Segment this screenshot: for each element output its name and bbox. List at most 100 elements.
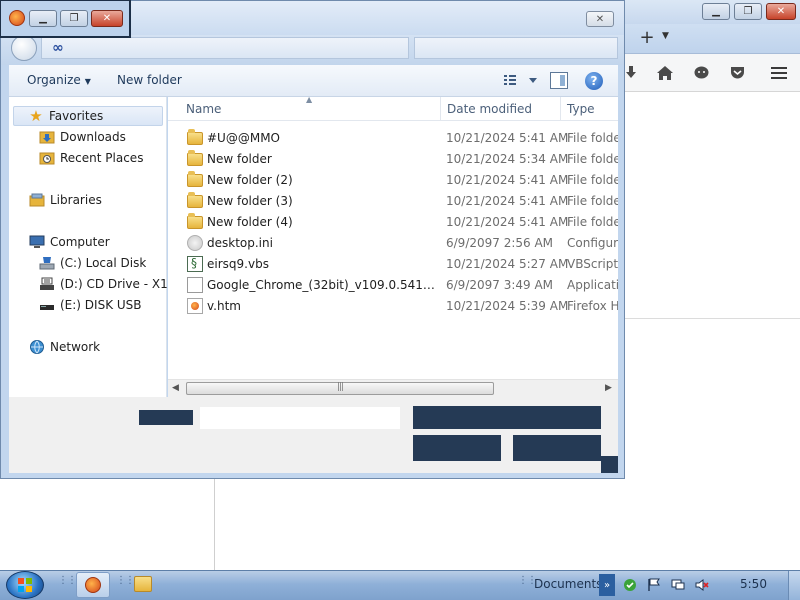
windows-logo-icon	[18, 578, 32, 592]
column-header-date-modified[interactable]: Date modified	[447, 102, 532, 116]
table-row[interactable]: Google_Chrome_(32bit)_v109.0.5414.120...…	[168, 275, 618, 296]
nav-label: Network	[50, 340, 101, 354]
recent-places-icon	[39, 150, 55, 166]
table-row[interactable]: New folder 10/21/2024 5:34 AM File folde…	[168, 149, 618, 170]
table-row[interactable]: eirsq9.vbs 10/21/2024 5:27 AM VBScript S	[168, 254, 618, 275]
explorer-folder-icon[interactable]	[134, 576, 152, 592]
nav-item-cd-drive[interactable]: (D:) CD Drive - X16-8	[39, 274, 167, 294]
nav-item-local-disk[interactable]: (C:) Local Disk	[39, 253, 146, 273]
table-row[interactable]: #U@@MMO 10/21/2024 5:41 AM File folder	[168, 128, 618, 149]
search-input[interactable]	[414, 37, 618, 59]
divider	[214, 478, 215, 570]
application-file-icon	[187, 277, 203, 293]
home-icon[interactable]	[654, 62, 676, 84]
column-headers: ▲ Name Date modified Type	[168, 97, 618, 121]
chevron-down-icon[interactable]: ▼	[662, 31, 669, 41]
taskbar-grip[interactable]: ⋮⋮	[116, 575, 135, 586]
back-button[interactable]	[11, 35, 37, 61]
file-name-field[interactable]	[199, 406, 401, 430]
file-name: desktop.ini	[207, 236, 273, 250]
folder-icon	[187, 129, 203, 145]
firefox-close-button[interactable]: ✕	[766, 3, 796, 20]
redacted-button[interactable]	[513, 435, 601, 461]
file-type: File folder	[567, 131, 618, 145]
firefox-restore-button[interactable]: ❐	[734, 3, 762, 20]
volume-muted-icon[interactable]	[694, 577, 710, 593]
scroll-left-icon[interactable]: ◀	[172, 383, 179, 393]
cd-drive-icon	[39, 276, 55, 292]
nav-label: (C:) Local Disk	[60, 256, 147, 270]
file-name: New folder	[207, 152, 272, 166]
table-row[interactable]: New folder (4) 10/21/2024 5:41 AM File f…	[168, 212, 618, 233]
views-button[interactable]	[503, 72, 539, 90]
script-file-icon	[187, 256, 203, 272]
file-date: 10/21/2024 5:41 AM	[446, 131, 569, 145]
file-type: Configura	[567, 236, 618, 250]
file-type: Applicatio	[567, 278, 618, 292]
divider	[624, 318, 800, 319]
navigation-pane: ★ Favorites Downloads Recent Places Libr…	[9, 97, 167, 397]
file-name: v.htm	[207, 299, 241, 313]
file-name: #U@@MMO	[207, 131, 280, 145]
html-file-icon	[187, 298, 203, 314]
minimize-button[interactable]: ▁	[29, 10, 57, 27]
table-row[interactable]: New folder (3) 10/21/2024 5:41 AM File f…	[168, 191, 618, 212]
star-icon: ★	[29, 107, 43, 125]
pocket-icon[interactable]	[726, 62, 748, 84]
new-folder-button[interactable]: New folder	[117, 73, 182, 87]
close-button[interactable]: ✕	[91, 10, 123, 27]
address-bar[interactable]: ∞	[41, 37, 409, 59]
scrollbar-thumb[interactable]: |||	[186, 382, 494, 395]
start-button[interactable]	[6, 571, 44, 599]
file-name: New folder (3)	[207, 194, 293, 208]
preview-pane-button[interactable]	[550, 72, 568, 89]
menu-icon[interactable]	[768, 62, 790, 84]
nav-item-libraries[interactable]: Libraries	[29, 190, 102, 210]
dialog-close-button[interactable]: ✕	[586, 11, 614, 27]
minimized-window-frame: ▁ ❐ ✕	[0, 0, 131, 38]
taskbar-grip[interactable]: ⋮⋮	[58, 575, 77, 586]
nav-item-favorites[interactable]: ★ Favorites	[13, 106, 163, 126]
file-date: 10/21/2024 5:41 AM	[446, 215, 569, 229]
organize-button[interactable]: Organize ▼	[27, 73, 91, 87]
flag-icon[interactable]	[646, 577, 662, 593]
downloads-folder-icon	[39, 129, 55, 145]
show-desktop-button[interactable]	[788, 571, 800, 600]
file-date: 6/9/2097 2:56 AM	[446, 236, 554, 250]
hard-drive-icon	[39, 255, 55, 271]
help-button[interactable]: ?	[585, 72, 603, 90]
scroll-right-icon[interactable]: ▶	[605, 383, 612, 393]
nav-item-network[interactable]: Network	[29, 337, 100, 357]
nav-item-downloads[interactable]: Downloads	[39, 127, 126, 147]
settings-file-icon	[187, 235, 203, 251]
nav-label: Libraries	[50, 193, 102, 207]
column-header-name[interactable]: Name	[186, 102, 221, 116]
firefox-icon	[9, 10, 25, 26]
firefox-minimize-button[interactable]: ▁	[702, 3, 730, 20]
new-tab-button[interactable]: +	[638, 28, 656, 48]
network-status-icon[interactable]	[670, 577, 686, 593]
nav-item-recent-places[interactable]: Recent Places	[39, 148, 143, 168]
horizontal-scrollbar[interactable]: ◀ ||| ▶	[168, 379, 618, 397]
redacted-dropdown[interactable]	[413, 406, 601, 429]
nav-label: Downloads	[60, 130, 126, 144]
chevron-right-icon[interactable]: »	[599, 574, 615, 596]
documents-toolbar-label[interactable]: Documents	[534, 577, 602, 591]
maximize-button[interactable]: ❐	[60, 10, 88, 27]
file-date: 10/21/2024 5:34 AM	[446, 152, 569, 166]
table-row[interactable]: v.htm 10/21/2024 5:39 AM Firefox HT	[168, 296, 618, 317]
table-row[interactable]: desktop.ini 6/9/2097 2:56 AM Configura	[168, 233, 618, 254]
nav-label: (D:) CD Drive - X16-8	[60, 277, 167, 291]
chat-icon[interactable]	[690, 62, 712, 84]
taskbar-firefox-button[interactable]	[76, 572, 110, 598]
table-row[interactable]: New folder (2) 10/21/2024 5:41 AM File f…	[168, 170, 618, 191]
redacted-button[interactable]	[413, 435, 501, 461]
security-shield-icon[interactable]	[622, 577, 638, 593]
resize-grip[interactable]	[601, 456, 618, 473]
column-header-type[interactable]: Type	[567, 102, 595, 116]
taskbar-clock[interactable]: 5:50	[740, 577, 767, 591]
nav-item-computer[interactable]: Computer	[29, 232, 110, 252]
nav-item-disk-usb[interactable]: (E:) DISK USB	[39, 295, 142, 315]
sort-arrow-icon: ▲	[306, 97, 313, 104]
file-date: 6/9/2097 3:49 AM	[446, 278, 554, 292]
